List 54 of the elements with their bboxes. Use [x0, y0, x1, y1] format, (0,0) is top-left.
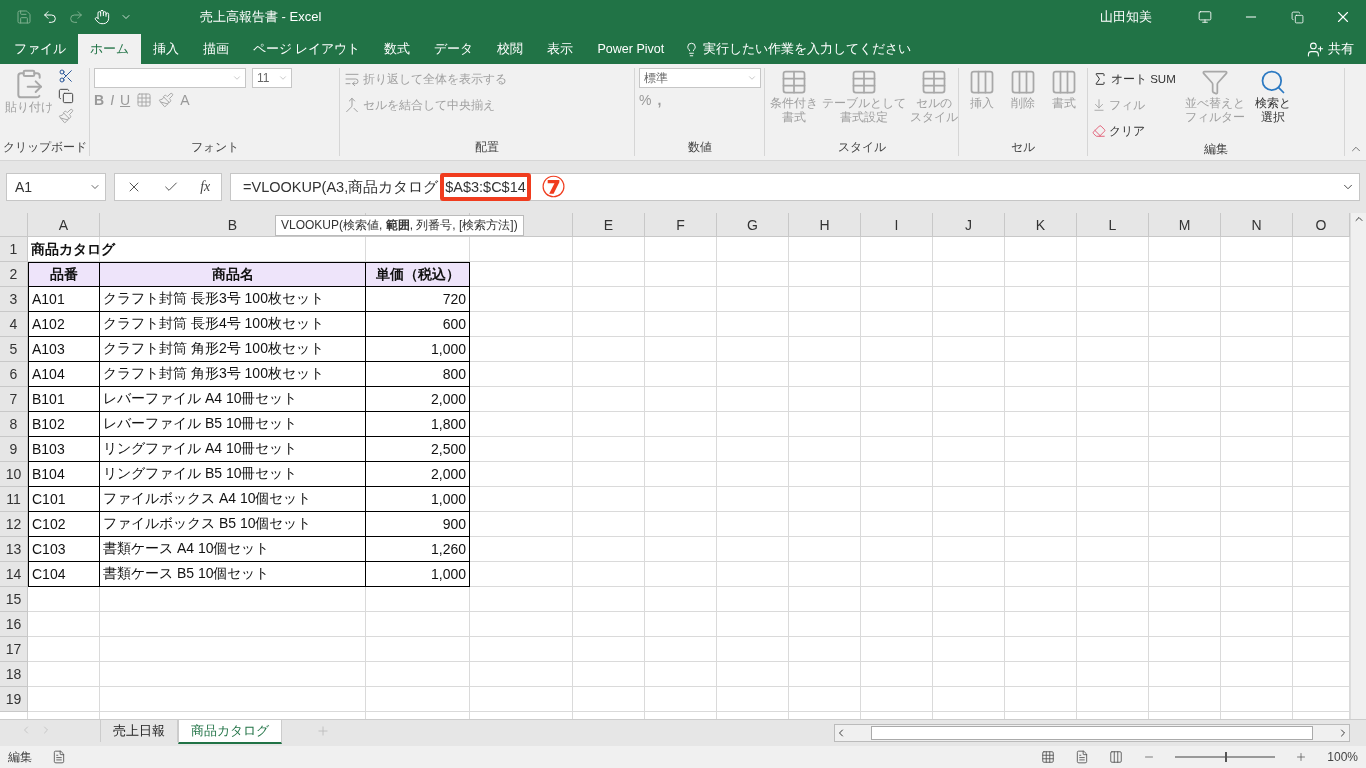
table-cell: クラフト封筒 長形3号 100枚セット	[100, 287, 366, 312]
table-cell: A101	[28, 287, 100, 312]
table-cell: クラフト封筒 角形2号 100枚セット	[100, 337, 366, 362]
table-cell: リングファイル B5 10冊セット	[100, 462, 366, 487]
window-title: 売上高報告書 - Excel	[199, 8, 323, 26]
table-cell: レバーファイル A4 10冊セット	[100, 387, 366, 412]
table-cell: 1,260	[366, 537, 470, 562]
table-cell: B101	[28, 387, 100, 412]
table-cell: 2,000	[366, 462, 470, 487]
table-cell: C102	[28, 512, 100, 537]
group-label: スタイル	[836, 140, 887, 155]
table-cell: A102	[28, 312, 100, 337]
zoom-level: 100%	[1327, 750, 1358, 764]
group-label: 配置	[474, 140, 500, 155]
table-cell: 1,000	[366, 337, 470, 362]
table-cell: C101	[28, 487, 100, 512]
user-name: 山田知美	[1100, 8, 1152, 26]
table-cell: 書類ケース A4 10個セット	[100, 537, 366, 562]
group-label: クリップボード	[1, 140, 88, 155]
group-label: セル	[1010, 140, 1036, 155]
table-cell: 2,000	[366, 387, 470, 412]
table-cell: 800	[366, 362, 470, 387]
table-cell: 書類ケース B5 10個セット	[100, 562, 366, 587]
table-cell: A103	[28, 337, 100, 362]
group-label: フォント	[189, 140, 240, 155]
table-cell: B104	[28, 462, 100, 487]
table-cell: C103	[28, 537, 100, 562]
table-cell: 720	[366, 287, 470, 312]
table-cell: 1,800	[366, 412, 470, 437]
table-cell: 単価（税込）	[366, 262, 470, 287]
table-cell: 商品名	[100, 262, 366, 287]
table-cell: リングファイル A4 10冊セット	[100, 437, 366, 462]
table-cell: 2,500	[366, 437, 470, 462]
table-cell: B102	[28, 412, 100, 437]
table-cell: レバーファイル B5 10冊セット	[100, 412, 366, 437]
table-cell: ファイルボックス A4 10個セット	[100, 487, 366, 512]
step-number: ⑦	[540, 172, 567, 202]
table-cell: 1,000	[366, 487, 470, 512]
table-cell: 900	[366, 512, 470, 537]
table-cell: C104	[28, 562, 100, 587]
group-label: 数値	[686, 140, 713, 155]
table-cell: クラフト封筒 角形3号 100枚セット	[100, 362, 366, 387]
group-label: 編集	[1203, 142, 1229, 157]
table-cell: クラフト封筒 長形4号 100枚セット	[100, 312, 366, 337]
table-cell: 1,000	[366, 562, 470, 587]
mode-indicator: 編集	[8, 748, 32, 766]
table-cell: B103	[28, 437, 100, 462]
table-cell: 品番	[28, 262, 100, 287]
table-cell: 600	[366, 312, 470, 337]
function-tooltip: VLOOKUP(検索値, 範囲, 列番号, [検索方法])	[275, 215, 524, 236]
table-cell: A104	[28, 362, 100, 387]
table-cell-text: 商品カタログ	[30, 239, 117, 259]
table-cell: ファイルボックス B5 10個セット	[100, 512, 366, 537]
highlighted-range: $A$3:$C$14	[440, 173, 531, 201]
